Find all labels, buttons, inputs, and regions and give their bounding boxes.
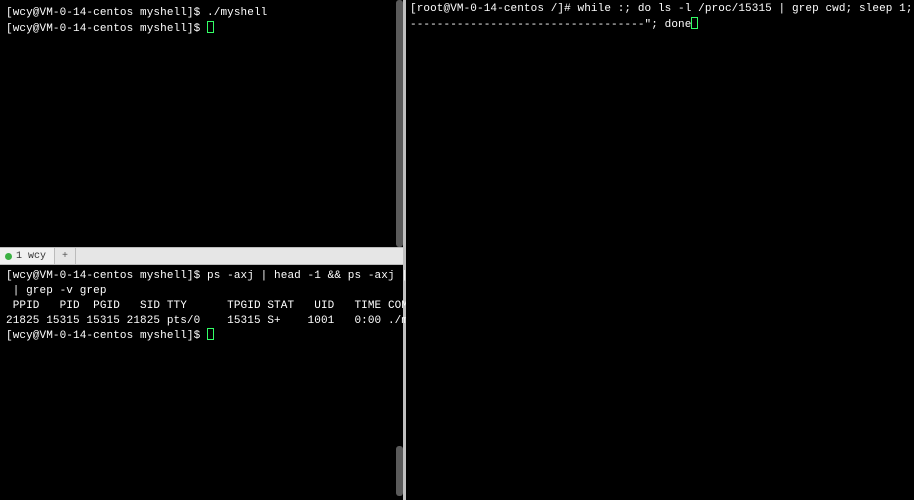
terminal-pane-top[interactable]: [wcy@VM-0-14-centos myshell]$ ./myshell … <box>0 0 403 247</box>
shell-prompt: [wcy@VM-0-14-centos myshell]$ <box>6 7 207 19</box>
shell-prompt: [wcy@VM-0-14-centos myshell]$ <box>6 330 207 342</box>
terminal-line: [wcy@VM-0-14-centos myshell]$ <box>6 21 397 37</box>
tab-bar: 1 wcy + <box>0 247 403 265</box>
scrollbar-vertical[interactable] <box>395 0 403 247</box>
status-dot-icon <box>5 253 12 260</box>
shell-command-cont: -----------------------------------"; do… <box>410 19 691 31</box>
tab-label: 1 wcy <box>16 251 46 262</box>
terminal-line: [wcy@VM-0-14-centos myshell]$ <box>6 328 397 344</box>
shell-prompt: [wcy@VM-0-14-centos myshell]$ <box>6 23 207 35</box>
cursor-icon <box>207 328 214 340</box>
left-column: [wcy@VM-0-14-centos myshell]$ ./myshell … <box>0 0 406 500</box>
terminal-line: [wcy@VM-0-14-centos myshell]$ ps -axj | … <box>6 269 397 284</box>
tab-wcy[interactable]: 1 wcy <box>0 248 55 264</box>
tab-add-button[interactable]: + <box>55 248 76 264</box>
terminal-line: [wcy@VM-0-14-centos myshell]$ ./myshell <box>6 6 397 21</box>
terminal-pane-right[interactable]: [root@VM-0-14-centos /]# while :; do ls … <box>406 0 914 500</box>
plus-icon: + <box>62 251 68 262</box>
scrollbar-vertical[interactable] <box>395 265 403 500</box>
terminal-line: PPID PID PGID SID TTY TPGID STAT UID TIM… <box>6 299 397 314</box>
terminal-line: 21825 15315 15315 21825 pts/0 15315 S+ 1… <box>6 314 397 329</box>
scrollbar-thumb[interactable] <box>396 0 403 247</box>
terminal-line: [root@VM-0-14-centos /]# while :; do ls … <box>410 2 914 17</box>
scrollbar-thumb[interactable] <box>396 446 403 496</box>
cursor-icon <box>691 17 698 29</box>
terminal-line: -----------------------------------"; do… <box>410 17 914 33</box>
terminal-pane-bottom[interactable]: [wcy@VM-0-14-centos myshell]$ ps -axj | … <box>0 265 403 500</box>
terminal-line: | grep -v grep <box>6 284 397 299</box>
cursor-icon <box>207 21 214 33</box>
shell-command: ./myshell <box>207 7 267 19</box>
